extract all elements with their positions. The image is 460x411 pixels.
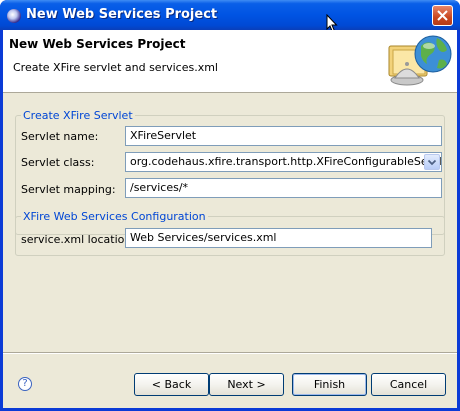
window-title: New Web Services Project <box>26 7 218 22</box>
servlet-group-legend: Create XFire Servlet <box>21 109 135 122</box>
servlet-class-value: org.codehaus.xfire.transport.http.XFireC… <box>130 155 442 168</box>
banner-title: New Web Services Project <box>9 37 186 51</box>
servlet-class-select[interactable]: org.codehaus.xfire.transport.http.XFireC… <box>125 152 442 172</box>
close-x-icon <box>437 10 448 21</box>
servlet-mapping-label: Servlet mapping: <box>21 183 116 196</box>
chevron-down-icon <box>427 159 437 166</box>
servlet-mapping-input[interactable]: /services/* <box>125 178 442 198</box>
cancel-button[interactable]: Cancel <box>371 373 446 396</box>
finish-button[interactable]: Finish <box>292 373 367 396</box>
service-xml-location-label: service.xml location: <box>21 233 136 246</box>
web-services-wizard-icon <box>388 35 452 86</box>
servlet-name-input[interactable]: XFireServlet <box>125 126 442 146</box>
dialog-client-area: New Web Services Project Create XFire se… <box>3 30 457 408</box>
servlet-class-label: Servlet class: <box>21 156 95 169</box>
wizard-banner: New Web Services Project Create XFire se… <box>3 30 457 93</box>
help-icon[interactable]: ? <box>18 377 32 391</box>
title-bar[interactable]: New Web Services Project <box>0 0 460 30</box>
service-xml-location-input[interactable]: Web Services/services.xml <box>125 228 432 248</box>
next-button[interactable]: Next > <box>209 373 284 396</box>
back-button[interactable]: < Back <box>134 373 209 396</box>
banner-description: Create XFire servlet and services.xml <box>13 61 218 74</box>
servlet-name-label: Servlet name: <box>21 130 99 143</box>
button-bar-separator <box>3 352 457 354</box>
config-group-legend: XFire Web Services Configuration <box>21 210 208 223</box>
eclipse-icon <box>7 9 21 23</box>
close-button[interactable] <box>432 5 453 26</box>
servlet-class-dropdown-button[interactable] <box>424 154 440 170</box>
dialog-window: New Web Services Project New Web Service… <box>0 0 460 411</box>
